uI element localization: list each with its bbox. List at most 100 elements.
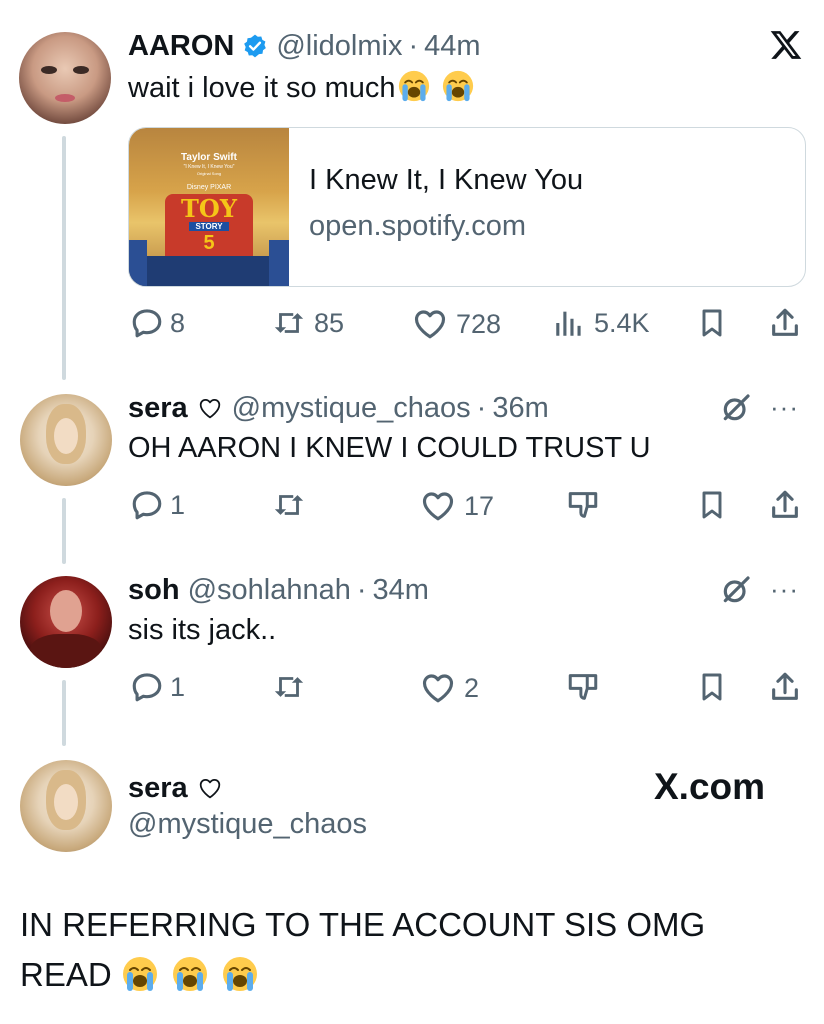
thumb-brand: Disney PIXAR [186,184,232,191]
tweet-text: wait i love it so much [128,70,474,105]
share-icon [768,306,802,340]
thumb-small: Original Song [196,171,222,176]
like-count: 2 [464,672,480,703]
grok-icon[interactable] [720,574,752,611]
bookmark-icon [696,670,728,704]
caption-line-2: READ [20,956,258,994]
crying-emoji-icon [398,70,430,102]
author-name[interactable]: AARON [128,30,234,63]
dislike-button[interactable] [566,488,600,522]
author-handle[interactable]: @sohlahnah [188,574,351,607]
like-button[interactable]: 17 [420,488,494,524]
author-handle[interactable]: @lidolmix [276,30,402,63]
reply-count: 8 [170,307,186,338]
verified-badge-icon [242,33,268,59]
reply-icon [130,670,164,704]
separator: · [476,391,487,424]
grok-icon[interactable] [720,392,752,429]
share-icon [768,488,802,522]
share-button[interactable] [768,306,802,340]
thumb-subtitle: "I Knew It, I Knew You" [183,164,235,170]
tweet-time[interactable]: 34m [373,574,429,607]
thumb-number: 5 [203,232,215,254]
author-handle[interactable]: @mystique_chaos [128,808,367,841]
dislike-icon [566,670,600,704]
heart-icon [412,306,448,342]
thumb-toy: TOY [181,194,237,223]
bookmark-icon [696,488,728,522]
bookmark-button[interactable] [696,306,728,340]
reply-button[interactable]: 8 [130,306,185,340]
tweet-time[interactable]: 36m [492,392,548,425]
heart-outline-icon [196,774,224,802]
profile-name-row: sera [128,768,224,808]
link-card[interactable]: Taylor Swift "I Knew It, I Knew You" Ori… [128,127,806,287]
heart-icon [420,670,456,706]
retweet-icon [272,670,306,704]
thread-line [62,136,66,380]
tweet-time[interactable]: 44m [424,30,480,63]
author-handle[interactable]: @mystique_chaos [232,392,471,425]
bookmark-button[interactable] [696,670,728,704]
tweet-text: OH AARON I KNEW I COULD TRUST U [128,432,651,464]
author-name[interactable]: sera [128,392,188,425]
reply-icon [130,306,164,340]
heart-outline-icon [196,394,224,422]
avatar[interactable] [20,394,112,486]
avatar[interactable] [20,576,112,668]
heart-icon [420,488,456,524]
caption-line-2-text: READ [20,956,112,993]
views-icon [552,306,586,340]
avatar[interactable] [20,760,112,852]
crying-emoji-icon [122,956,158,992]
views-button[interactable]: 5.4K [552,306,650,340]
more-options-icon[interactable]: ··· [770,574,799,605]
link-card-thumbnail: Taylor Swift "I Knew It, I Knew You" Ori… [129,128,289,286]
x-com-watermark: X.com [654,766,766,807]
bookmark-button[interactable] [696,488,728,522]
share-icon [768,670,802,704]
reply-count: 1 [170,489,186,520]
more-options-icon[interactable]: ··· [770,392,799,423]
separator: · [408,29,419,62]
dislike-button[interactable] [566,670,600,704]
tweet-text-content: wait i love it so much [128,72,396,104]
views-count: 5.4K [594,307,650,338]
x-logo-icon[interactable] [768,28,804,62]
tweet-header: soh @sohlahnah · 34m [128,570,429,610]
like-button[interactable]: 728 [412,306,501,342]
author-name[interactable]: sera [128,772,188,805]
crying-emoji-icon [172,956,208,992]
caption-line-1: IN REFERRING TO THE ACCOUNT SIS OMG [20,906,706,943]
thumb-story: STORY [189,222,229,231]
share-button[interactable] [768,670,802,704]
crying-emoji-icon [442,70,474,102]
tweet-text: sis its jack.. [128,614,277,646]
avatar[interactable] [19,32,111,124]
link-card-domain[interactable]: open.spotify.com [309,210,526,243]
bookmark-icon [696,306,728,340]
like-count: 728 [456,308,502,339]
retweet-icon [272,306,306,340]
tweet-header: AARON @lidolmix · 44m [128,26,481,66]
retweet-button[interactable]: 85 [272,306,344,340]
tweet-header: sera @mystique_chaos · 36m [128,388,549,428]
share-button[interactable] [768,488,802,522]
separator: · [356,573,367,606]
dislike-icon [566,488,600,522]
retweet-button[interactable] [272,488,306,522]
reply-button[interactable]: 1 [130,670,185,704]
thread-line [62,498,66,564]
author-name[interactable]: soh [128,574,180,607]
retweet-count: 85 [314,307,345,338]
crying-emoji-icon [222,956,258,992]
like-button[interactable]: 2 [420,670,479,706]
like-count: 17 [464,490,495,521]
reply-button[interactable]: 1 [130,488,185,522]
retweet-icon [272,488,306,522]
thread-line [62,680,66,746]
reply-icon [130,488,164,522]
link-card-title[interactable]: I Knew It, I Knew You [309,164,583,197]
retweet-button[interactable] [272,670,306,704]
reply-count: 1 [170,671,186,702]
